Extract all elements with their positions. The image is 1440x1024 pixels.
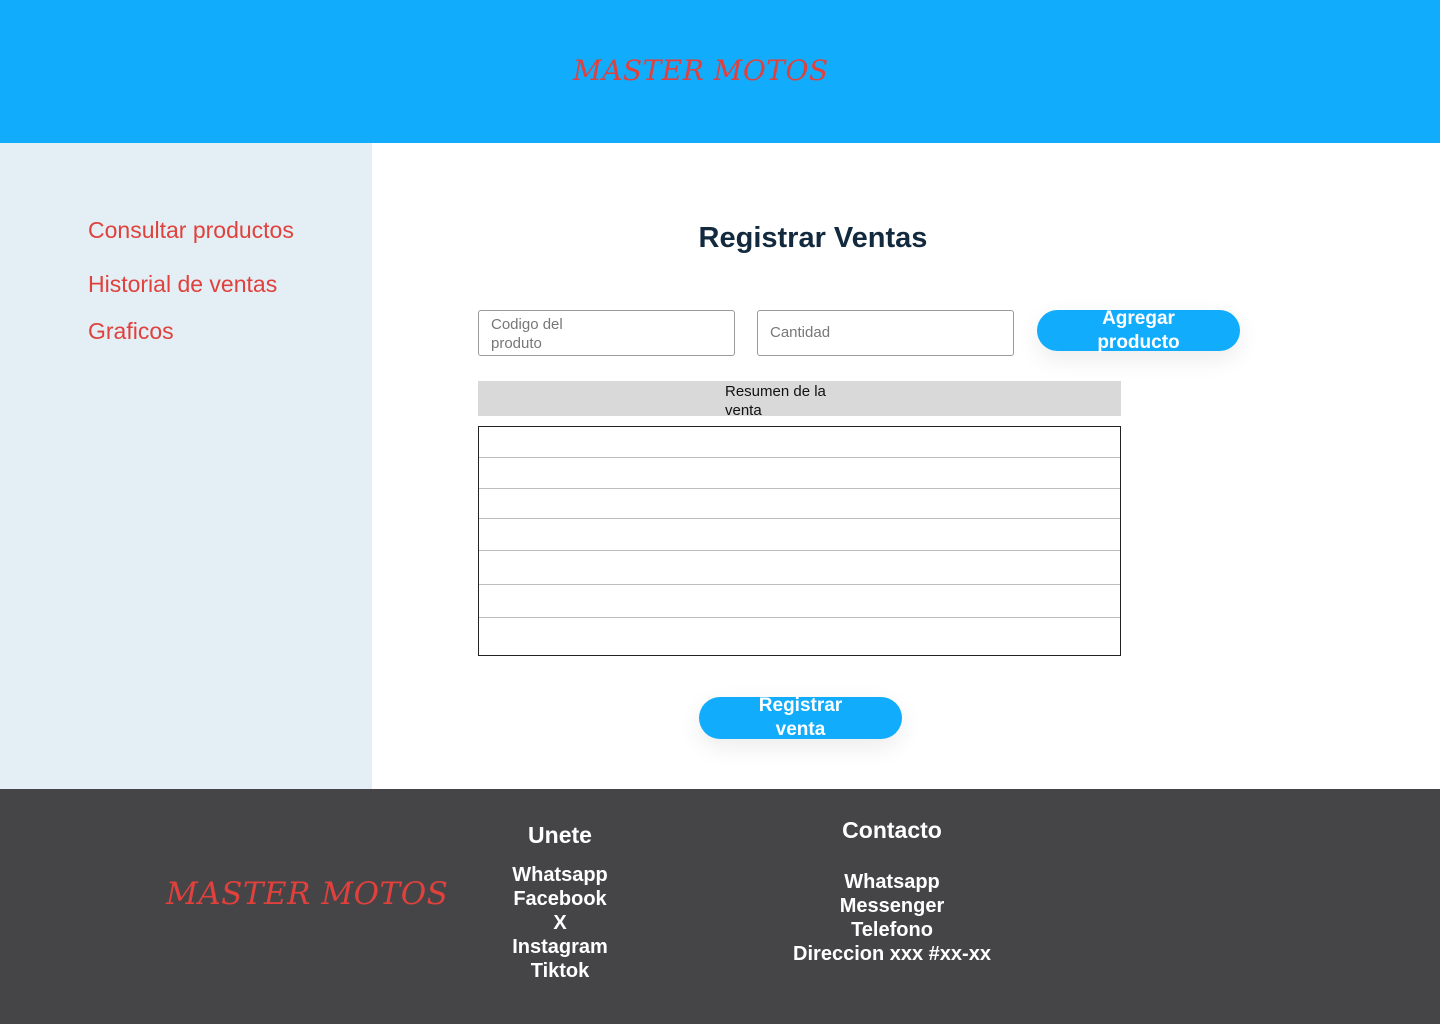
sale-summary-table <box>478 426 1121 656</box>
register-sale-label: Registrar venta <box>758 695 843 740</box>
footer-contact-title: Contacto <box>842 817 942 843</box>
footer-contact-messenger[interactable]: Messenger <box>762 894 1022 918</box>
footer-link-instagram[interactable]: Instagram <box>460 935 660 959</box>
footer-contact-telefono: Telefono <box>851 919 933 941</box>
product-code-input[interactable]: Codigo del produto <box>478 310 735 356</box>
quantity-placeholder: Cantidad <box>770 324 831 341</box>
sidebar-item-consultar-productos[interactable]: Consultar productos <box>88 217 294 244</box>
add-product-button[interactable]: Agregar producto <box>1037 308 1240 353</box>
table-row-divider <box>479 457 1120 458</box>
sale-summary-header: Resumen de la venta <box>478 381 1121 419</box>
table-row-divider <box>479 584 1120 585</box>
page-title: Registrar Ventas <box>698 222 928 254</box>
footer-brand-logo: MASTER MOTOS <box>166 876 449 912</box>
footer-join-title: Unete <box>528 822 592 848</box>
table-row-divider <box>479 518 1120 519</box>
footer-join-section: Unete Whatsapp Facebook X Instagram Tikt… <box>460 822 660 983</box>
top-header: MASTER MOTOS <box>0 0 1440 143</box>
footer-contact-whatsapp[interactable]: Whatsapp <box>762 870 1022 894</box>
footer-link-x[interactable]: X <box>460 911 660 935</box>
footer-contact-direccion: Direccion xxx #xx-xx <box>793 943 991 965</box>
footer-link-tiktok[interactable]: Tiktok <box>460 959 660 983</box>
footer-link-whatsapp[interactable]: Whatsapp <box>460 863 660 887</box>
table-row-divider <box>479 617 1120 618</box>
brand-logo: MASTER MOTOS <box>573 54 829 87</box>
product-code-placeholder: Codigo del produto <box>491 316 563 352</box>
sale-summary-title: Resumen de la venta <box>725 383 826 419</box>
quantity-input[interactable]: Cantidad <box>757 310 1014 356</box>
add-product-label: Agregar producto <box>1097 307 1180 353</box>
sidebar-item-graficos[interactable]: Graficos <box>88 318 174 345</box>
table-row-divider <box>479 550 1120 551</box>
footer-contact-section: Contacto Whatsapp Messenger Telefono Dir… <box>762 817 1022 966</box>
register-sale-button[interactable]: Registrar venta <box>699 695 902 740</box>
footer-link-facebook[interactable]: Facebook <box>460 887 660 911</box>
sidebar-item-historial-ventas[interactable]: Historial de ventas <box>88 271 277 298</box>
table-row-divider <box>479 488 1120 489</box>
